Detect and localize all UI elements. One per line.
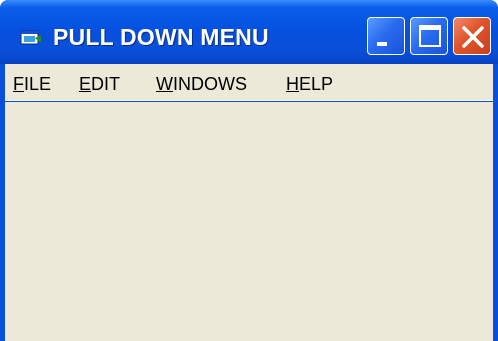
- minimize-button[interactable]: [367, 17, 405, 55]
- close-button[interactable]: [453, 17, 491, 55]
- menu-help[interactable]: HELP: [286, 74, 333, 94]
- maximize-icon: [419, 25, 441, 47]
- menu-help-label: ELP: [299, 74, 334, 94]
- menu-file-label: ILE: [24, 74, 52, 94]
- minimize-icon: [377, 42, 387, 46]
- menu-edit-label: DIT: [91, 74, 121, 94]
- menu-edit-accel: E: [79, 74, 92, 94]
- app-icon[interactable]: [20, 28, 42, 46]
- client-area: [5, 102, 493, 341]
- menu-bar: FILE EDIT WINDOWS HELP: [5, 64, 493, 101]
- app-window: PULL DOWN MENU FILE EDIT WINDOWS HELP: [0, 0, 498, 341]
- menu-help-accel: H: [286, 74, 299, 94]
- title-bar[interactable]: PULL DOWN MENU: [0, 0, 498, 64]
- menu-windows-accel: W: [156, 74, 173, 94]
- close-icon: [462, 26, 484, 48]
- menu-file[interactable]: FILE: [13, 74, 51, 94]
- menu-windows[interactable]: WINDOWS: [156, 74, 247, 94]
- menu-file-accel: F: [13, 74, 24, 94]
- maximize-button[interactable]: [410, 17, 448, 55]
- menu-edit[interactable]: EDIT: [79, 74, 120, 94]
- window-title: PULL DOWN MENU: [53, 24, 269, 50]
- menu-windows-label: INDOWS: [173, 74, 247, 94]
